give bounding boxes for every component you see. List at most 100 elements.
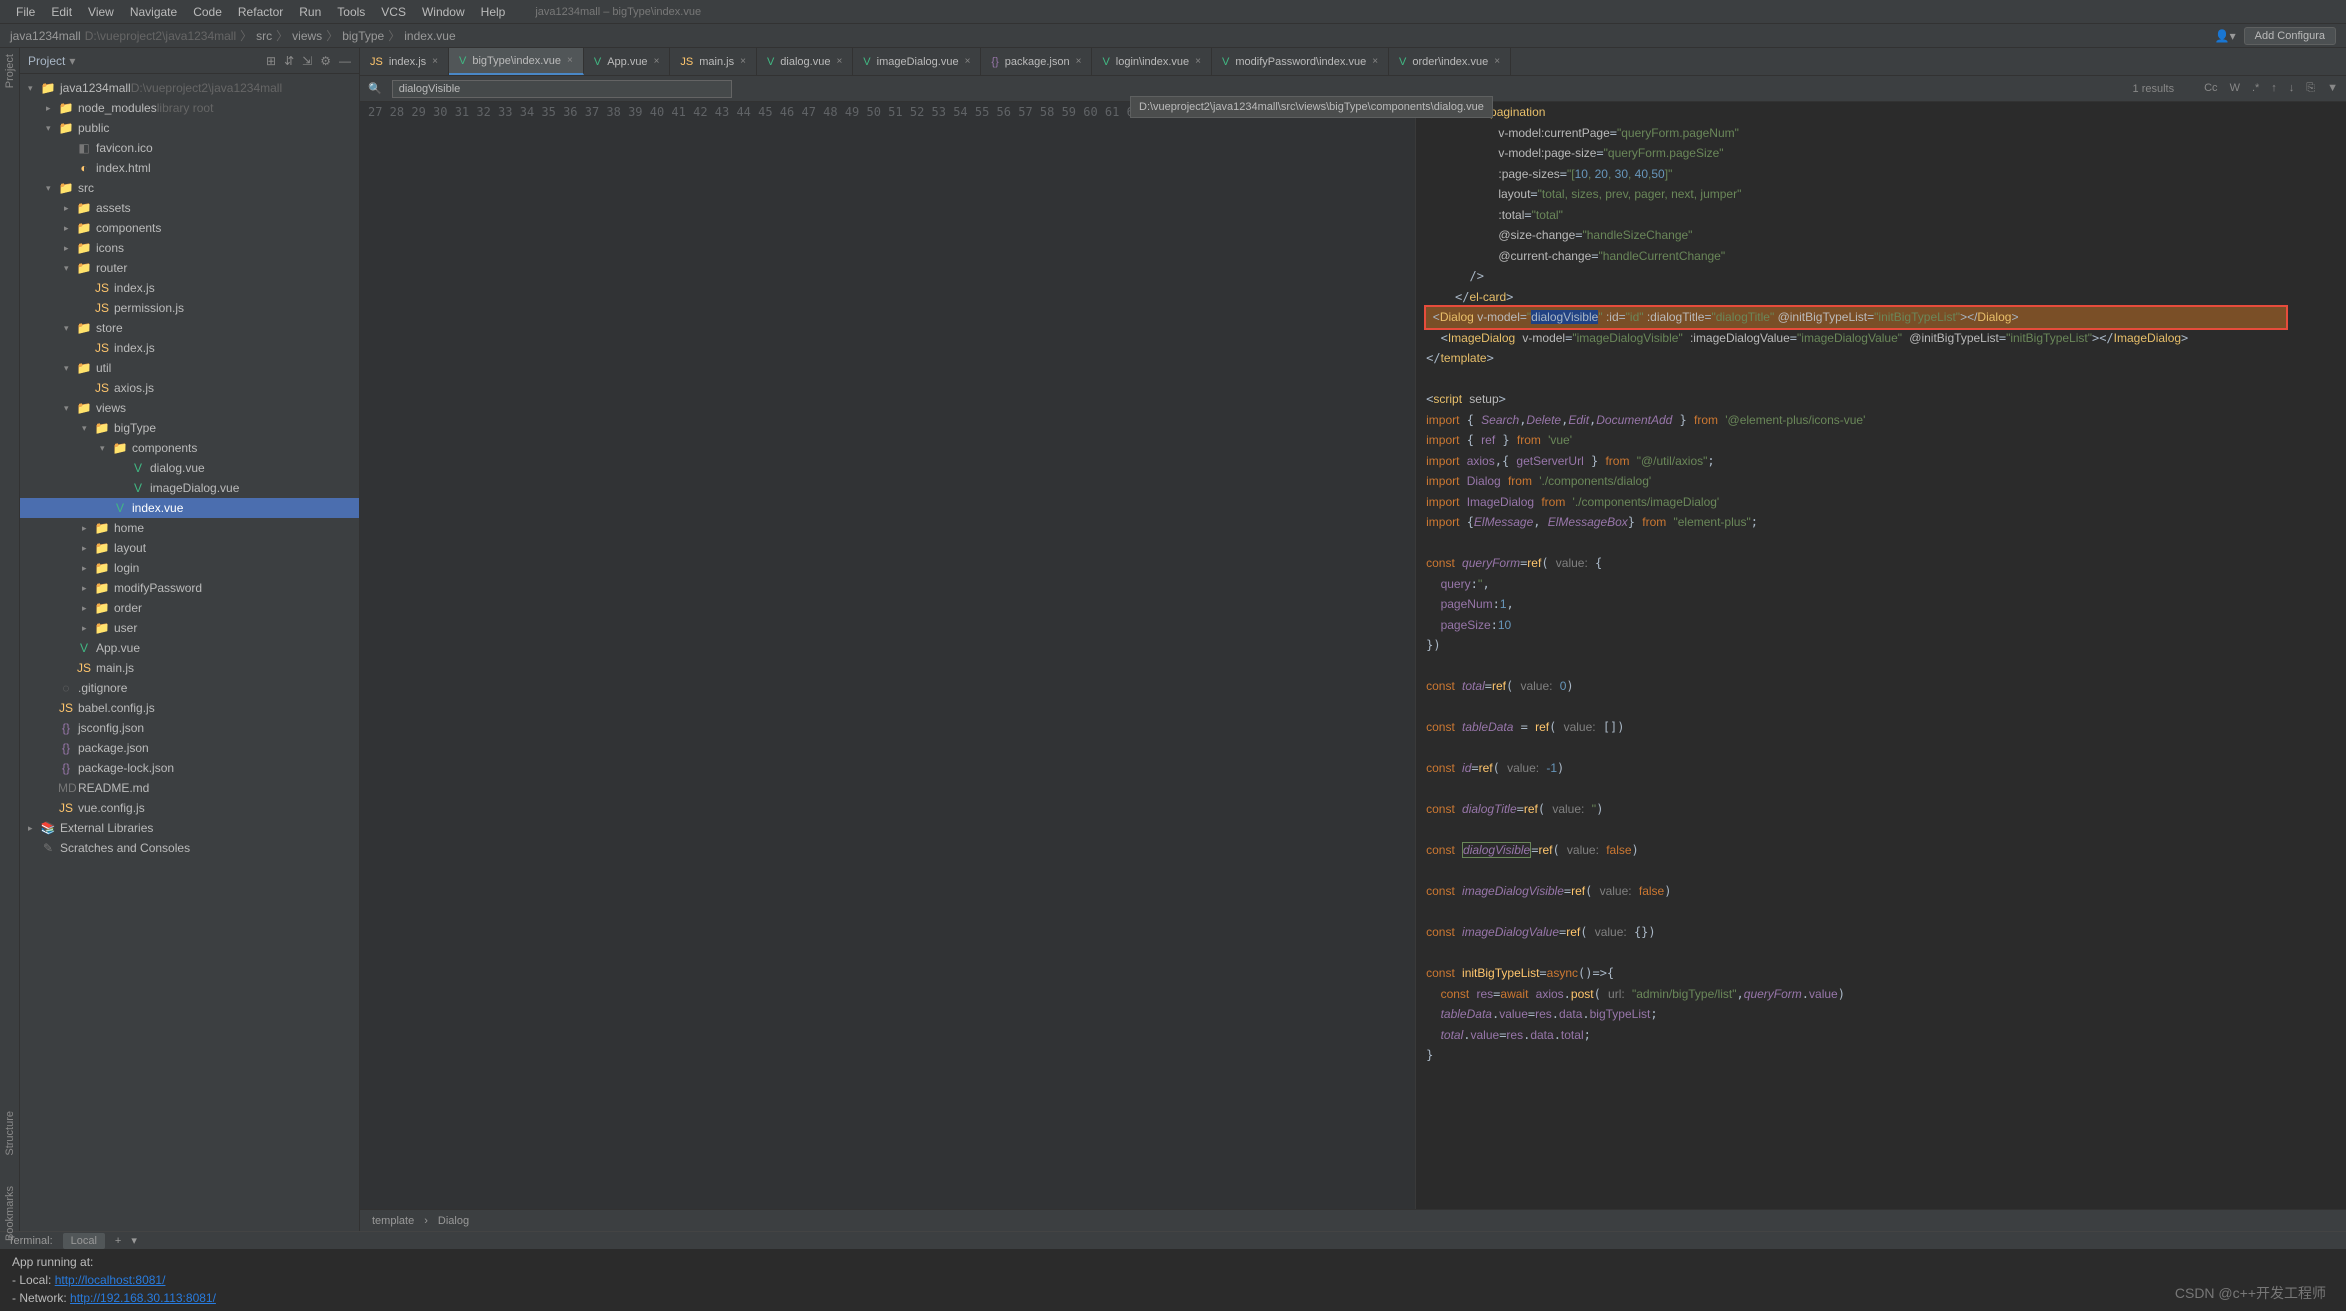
terminal-output[interactable]: App running at: - Local: http://localhos…: [0, 1249, 2346, 1311]
tree-item[interactable]: ▾📁router: [20, 258, 359, 278]
tree-item[interactable]: ▸📁home: [20, 518, 359, 538]
menu-run[interactable]: Run: [291, 3, 329, 21]
tree-item[interactable]: ▾📁views: [20, 398, 359, 418]
close-icon[interactable]: ×: [1372, 56, 1378, 67]
tree-item[interactable]: ▸📁order: [20, 598, 359, 618]
collapse-icon[interactable]: ⇲: [302, 54, 312, 68]
tree-item[interactable]: Vdialog.vue: [20, 458, 359, 478]
close-icon[interactable]: ×: [836, 56, 842, 67]
select-opened-icon[interactable]: ⊞: [266, 54, 276, 68]
tree-item[interactable]: Vindex.vue: [20, 498, 359, 518]
menu-edit[interactable]: Edit: [43, 3, 80, 21]
tree-item[interactable]: ▾📁public: [20, 118, 359, 138]
tree-item[interactable]: {}jsconfig.json: [20, 718, 359, 738]
project-tree[interactable]: ▾📁java1234mall D:\vueproject2\java1234ma…: [20, 74, 359, 1231]
tree-item[interactable]: ▸📚External Libraries: [20, 818, 359, 838]
next-match-icon[interactable]: ↓: [2289, 82, 2295, 95]
tree-item[interactable]: JSindex.js: [20, 338, 359, 358]
hide-icon[interactable]: —: [339, 54, 351, 68]
filter-icon[interactable]: ▼: [2327, 82, 2338, 95]
tree-item[interactable]: VApp.vue: [20, 638, 359, 658]
close-icon[interactable]: ×: [1195, 56, 1201, 67]
breadcrumb-item[interactable]: java1234mall: [10, 29, 81, 43]
menu-window[interactable]: Window: [414, 3, 473, 21]
tree-item[interactable]: {}package.json: [20, 738, 359, 758]
menu-tools[interactable]: Tools: [329, 3, 373, 21]
menu-refactor[interactable]: Refactor: [230, 3, 291, 21]
breadcrumb-item[interactable]: src: [256, 29, 272, 43]
select-all-icon[interactable]: ⎘: [2306, 82, 2315, 95]
editor-tab[interactable]: JSmain.js×: [670, 48, 757, 75]
find-input[interactable]: [392, 80, 732, 98]
editor-tab[interactable]: {}package.json×: [981, 48, 1092, 75]
structure-toolwindow-tab[interactable]: Structure: [4, 1111, 16, 1156]
close-icon[interactable]: ×: [567, 55, 573, 66]
regex-icon[interactable]: .*: [2252, 82, 2259, 95]
settings-icon[interactable]: ⚙: [320, 54, 331, 68]
tree-item[interactable]: JSindex.js: [20, 278, 359, 298]
tree-item[interactable]: {}package-lock.json: [20, 758, 359, 778]
match-case-icon[interactable]: Cc: [2204, 82, 2217, 95]
breadcrumb-item[interactable]: views: [292, 29, 322, 43]
breadcrumb-item[interactable]: index.vue: [404, 29, 455, 43]
expand-icon[interactable]: ⇵: [284, 54, 294, 68]
tree-item[interactable]: JSvue.config.js: [20, 798, 359, 818]
menu-file[interactable]: File: [8, 3, 43, 21]
network-url-link[interactable]: http://192.168.30.113:8081/: [70, 1291, 216, 1305]
close-icon[interactable]: ×: [1494, 56, 1500, 67]
tree-item[interactable]: ▾📁util: [20, 358, 359, 378]
bookmarks-toolwindow-tab[interactable]: Bookmarks: [4, 1186, 16, 1241]
menu-vcs[interactable]: VCS: [373, 3, 414, 21]
tree-item[interactable]: ▸📁user: [20, 618, 359, 638]
close-icon[interactable]: ×: [740, 56, 746, 67]
tree-item[interactable]: ▸📁icons: [20, 238, 359, 258]
project-toolwindow-tab[interactable]: Project: [4, 54, 16, 88]
tree-item[interactable]: ▸📁components: [20, 218, 359, 238]
close-icon[interactable]: ×: [432, 56, 438, 67]
tree-item[interactable]: ▸📁modifyPassword: [20, 578, 359, 598]
editor-tab[interactable]: Vdialog.vue×: [757, 48, 853, 75]
terminal-tab-local[interactable]: Local: [63, 1233, 105, 1249]
user-icon[interactable]: 👤▾: [2215, 29, 2236, 43]
crumb-template[interactable]: template: [372, 1215, 414, 1227]
editor-tab[interactable]: JSindex.js×: [360, 48, 449, 75]
tree-item[interactable]: ◧favicon.ico: [20, 138, 359, 158]
local-url-link[interactable]: http://localhost:8081/: [55, 1273, 166, 1287]
tree-item[interactable]: ✎Scratches and Consoles: [20, 838, 359, 858]
editor-tab[interactable]: VbigType\index.vue×: [449, 48, 584, 75]
terminal-add-icon[interactable]: +: [115, 1235, 121, 1247]
tree-item[interactable]: VimageDialog.vue: [20, 478, 359, 498]
breadcrumb-item[interactable]: bigType: [342, 29, 384, 43]
tree-item[interactable]: JSpermission.js: [20, 298, 359, 318]
menu-navigate[interactable]: Navigate: [122, 3, 185, 21]
tree-item[interactable]: ◐index.html: [20, 158, 359, 178]
terminal-dropdown-icon[interactable]: ▾: [131, 1234, 137, 1247]
tree-item[interactable]: ▾📁bigType: [20, 418, 359, 438]
tree-item[interactable]: JSbabel.config.js: [20, 698, 359, 718]
editor-tab[interactable]: VApp.vue×: [584, 48, 671, 75]
editor-tab[interactable]: VimageDialog.vue×: [853, 48, 981, 75]
close-icon[interactable]: ×: [965, 56, 971, 67]
tree-item[interactable]: ▸📁assets: [20, 198, 359, 218]
tree-item[interactable]: ▾📁store: [20, 318, 359, 338]
add-config-button[interactable]: Add Configura: [2244, 27, 2336, 45]
editor-tab[interactable]: Vlogin\index.vue×: [1092, 48, 1212, 75]
tree-item[interactable]: ▾📁components: [20, 438, 359, 458]
editor-tab[interactable]: VmodifyPassword\index.vue×: [1212, 48, 1389, 75]
close-icon[interactable]: ×: [654, 56, 660, 67]
tree-item[interactable]: ▾📁src: [20, 178, 359, 198]
tree-item[interactable]: ▾📁java1234mall D:\vueproject2\java1234ma…: [20, 78, 359, 98]
tree-item[interactable]: MDREADME.md: [20, 778, 359, 798]
tree-item[interactable]: ▸📁layout: [20, 538, 359, 558]
tree-item[interactable]: JSmain.js: [20, 658, 359, 678]
crumb-dialog[interactable]: Dialog: [438, 1215, 469, 1227]
tree-item[interactable]: JSaxios.js: [20, 378, 359, 398]
prev-match-icon[interactable]: ↑: [2271, 82, 2277, 95]
tree-item[interactable]: ▸📁login: [20, 558, 359, 578]
code-editor[interactable]: 27 28 29 30 31 32 33 34 35 36 37 38 39 4…: [360, 102, 2346, 1209]
menu-help[interactable]: Help: [473, 3, 514, 21]
menu-view[interactable]: View: [80, 3, 122, 21]
editor-tab[interactable]: Vorder\index.vue×: [1389, 48, 1511, 75]
menu-code[interactable]: Code: [185, 3, 230, 21]
tree-item[interactable]: ▸📁node_modules library root: [20, 98, 359, 118]
